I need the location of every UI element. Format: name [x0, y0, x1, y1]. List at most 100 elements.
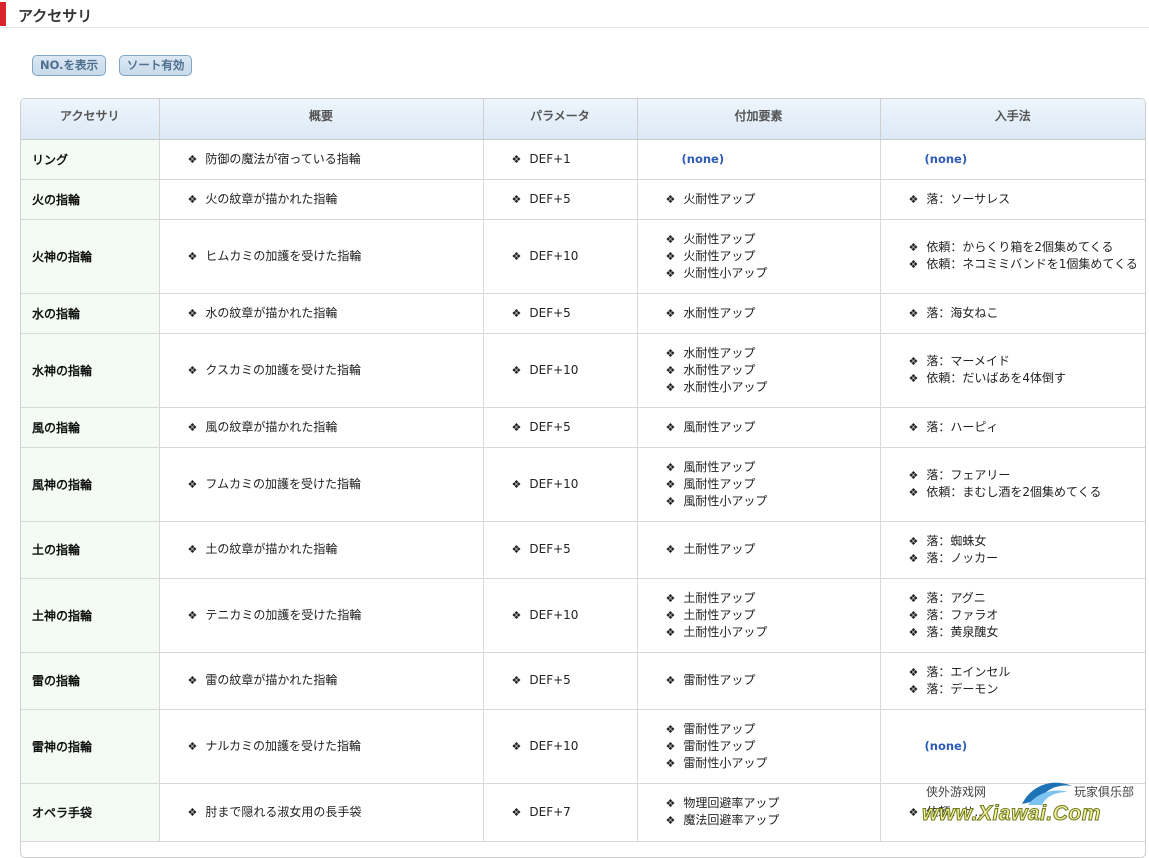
table-row: 火神の指輪ヒムカミの加護を受けた指輪DEF+10火耐性アップ火耐性アップ火耐性小… [21, 219, 1146, 294]
summary-cell: 防御の魔法が宿っている指輪 [159, 139, 484, 180]
none-label: (none) [681, 152, 725, 166]
show-number-button[interactable]: NO.を表示 [32, 55, 107, 76]
extra-item: 土耐性アップ [666, 607, 880, 624]
parameter-text: DEF+1 [512, 151, 637, 168]
parameter-text: DEF+5 [512, 672, 637, 689]
parameter-cell: DEF+10 [483, 447, 638, 522]
table-row: 土の指輪土の紋章が描かれた指輪DEF+5土耐性アップ落：蜘蛛女落：ノッカー [21, 521, 1146, 579]
obtain-item: 依頼：ネコミミバンドを1個集めてくる [909, 256, 1146, 273]
accessory-name: リング [21, 139, 160, 180]
parameter-text: DEF+5 [512, 541, 637, 558]
parameter-text: DEF+5 [512, 305, 637, 322]
extra-item: 土耐性アップ [666, 541, 880, 558]
table-row: 雷の指輪 雷の紋章が描かれた指輪 DEF+5 雷耐性アップ落：エインセル落：デーモン [21, 652, 1145, 710]
table-row: オペラ手袋 肘まで隠れる淑女用の長手袋DEF+7 物理回避率アップ魔法回避率アップ 依… [21, 783, 1146, 842]
accessory-name: 雷の指輪 [21, 652, 160, 710]
summary-cell: テニカミの加護を受けた指輪 [159, 578, 484, 653]
obtain-cell: 依頼：からくり箱を2個集めてくる依頼：ネコミミバンドを1個集めてくる [880, 219, 1146, 294]
extra-cell: (none) [637, 139, 881, 180]
parameter-cell: DEF+7 [483, 783, 638, 842]
accessory-name: 土の指輪 [21, 521, 160, 579]
extra-item: 火耐性アップ [666, 191, 880, 208]
sort-toggle-button[interactable]: ソート有効 [118, 55, 193, 76]
table-row: 火の指輪 火の紋章が描かれた指輪 DEF+5 火耐性アップ 落：ソーサレス [21, 179, 1145, 220]
extra-cell: 風耐性アップ風耐性アップ風耐性小アップ [637, 447, 881, 522]
obtain-item: 落：蜘蛛女 [909, 533, 1146, 550]
extra-item: 土耐性アップ [666, 590, 880, 607]
parameter-cell: DEF+1 [483, 139, 638, 180]
extra-cell: 土耐性アップ土耐性アップ土耐性小アップ [637, 578, 881, 653]
extra-item: 土耐性小アップ [666, 624, 880, 641]
table-body: リング 防御の魔法が宿っている指輪 DEF+1 (none) (none) 火の指輪 火の紋… [21, 139, 1146, 842]
summary-text: 水の紋章が描かれた指輪 [188, 305, 483, 322]
extra-item: 火耐性アップ [666, 248, 880, 265]
table-row: 風神の指輪フムカミの加護を受けた指輪DEF+10風耐性アップ風耐性アップ風耐性小… [21, 447, 1146, 522]
summary-cell: ヒムカミの加護を受けた指輪 [159, 219, 484, 294]
parameter-cell: DEF+10 [483, 333, 638, 408]
table-row: 水神の指輪クスカミの加護を受けた指輪DEF+10水耐性アップ水耐性アップ水耐性小… [21, 333, 1146, 408]
extra-item: 風耐性アップ [666, 419, 880, 436]
accessory-name: 火神の指輪 [21, 219, 160, 294]
summary-text: 風の紋章が描かれた指輪 [188, 419, 483, 436]
summary-text: ヒムカミの加護を受けた指輪 [188, 248, 483, 265]
obtain-item: 依頼：だいばあを4体倒す [909, 370, 1146, 387]
obtain-cell: 依頼：サ... [880, 783, 1146, 842]
obtain-cell: 落：海女ねこ [880, 293, 1146, 334]
accessory-name: 水の指輪 [21, 293, 160, 334]
extra-cell: 土耐性アップ [637, 521, 881, 579]
parameter-cell: DEF+5 [483, 179, 638, 220]
extra-cell: 火耐性アップ火耐性アップ火耐性小アップ [637, 219, 881, 294]
column-header-parameter[interactable]: パラメータ [483, 99, 638, 140]
extra-item: 雷耐性アップ [666, 738, 880, 755]
extra-item: 風耐性アップ [666, 476, 880, 493]
summary-cell: 風の紋章が描かれた指輪 [159, 407, 484, 448]
obtain-item: 落：黄泉醜女 [909, 624, 1146, 641]
obtain-item: 落：マーメイド [909, 353, 1146, 370]
extra-item: 魔法回避率アップ [666, 812, 880, 829]
summary-cell: フムカミの加護を受けた指輪 [159, 447, 484, 522]
none-label: (none) [924, 739, 968, 753]
parameter-cell: DEF+5 [483, 407, 638, 448]
extra-cell: 水耐性アップ [637, 293, 881, 334]
accessory-name: 風神の指輪 [21, 447, 160, 522]
parameter-cell: DEF+10 [483, 709, 638, 784]
accessory-name: 風の指輪 [21, 407, 160, 448]
summary-text: 土の紋章が描かれた指輪 [188, 541, 483, 558]
column-header-extra[interactable]: 付加要素 [637, 99, 881, 140]
summary-text: 雷の紋章が描かれた指輪 [188, 672, 483, 689]
summary-cell: クスカミの加護を受けた指輪 [159, 333, 484, 408]
obtain-cell: 落：ソーサレス [880, 179, 1145, 220]
column-header-accessory[interactable]: アクセサリ [21, 99, 160, 140]
accessory-name: オペラ手袋 [21, 783, 160, 842]
accessory-name: 雷神の指輪 [21, 709, 160, 784]
obtain-cell: 落：アグニ落：ファラオ落：黄泉醜女 [880, 578, 1146, 653]
table-row: 雷神の指輪ナルカミの加護を受けた指輪DEF+10雷耐性アップ雷耐性アップ雷耐性小… [21, 709, 1145, 784]
summary-cell: 肘まで隠れる淑女用の長手袋 [159, 783, 484, 842]
column-header-summary[interactable]: 概要 [159, 99, 484, 140]
obtain-item: 依頼：サ... [909, 804, 1146, 821]
obtain-cell: 落：マーメイド依頼：だいばあを4体倒す [880, 333, 1146, 408]
obtain-item: 落：海女ねこ [909, 305, 1146, 322]
summary-text: テニカミの加護を受けた指輪 [188, 607, 483, 624]
table-row: 風の指輪 風の紋章が描かれた指輪 DEF+5 風耐性アップ 落：ハーピィ [21, 407, 1146, 448]
column-header-obtain[interactable]: 入手法 [880, 99, 1145, 140]
extra-cell: 雷耐性アップ [637, 652, 881, 710]
parameter-text: DEF+10 [512, 607, 637, 624]
extra-cell: 風耐性アップ [637, 407, 881, 448]
obtain-cell: 落：エインセル落：デーモン [880, 652, 1145, 710]
summary-text: 肘まで隠れる淑女用の長手袋 [188, 804, 483, 821]
obtain-item: 落：アグニ [909, 590, 1146, 607]
extra-cell: 雷耐性アップ雷耐性アップ雷耐性小アップ [637, 709, 881, 784]
extra-item: 水耐性アップ [666, 345, 880, 362]
obtain-item: 落：フェアリー [909, 467, 1146, 484]
table-row: リング 防御の魔法が宿っている指輪 DEF+1 (none) (none) [21, 139, 1145, 180]
none-label: (none) [924, 152, 968, 166]
summary-text: 防御の魔法が宿っている指輪 [188, 151, 483, 168]
extra-item: 物理回避率アップ [666, 795, 880, 812]
extra-cell: 水耐性アップ水耐性アップ水耐性小アップ [637, 333, 881, 408]
extra-item: 雷耐性アップ [666, 672, 880, 689]
accessory-name: 火の指輪 [21, 179, 160, 220]
obtain-item: 落：ハーピィ [909, 419, 1146, 436]
extra-item: 水耐性小アップ [666, 379, 880, 396]
summary-cell: 火の紋章が描かれた指輪 [159, 179, 484, 220]
